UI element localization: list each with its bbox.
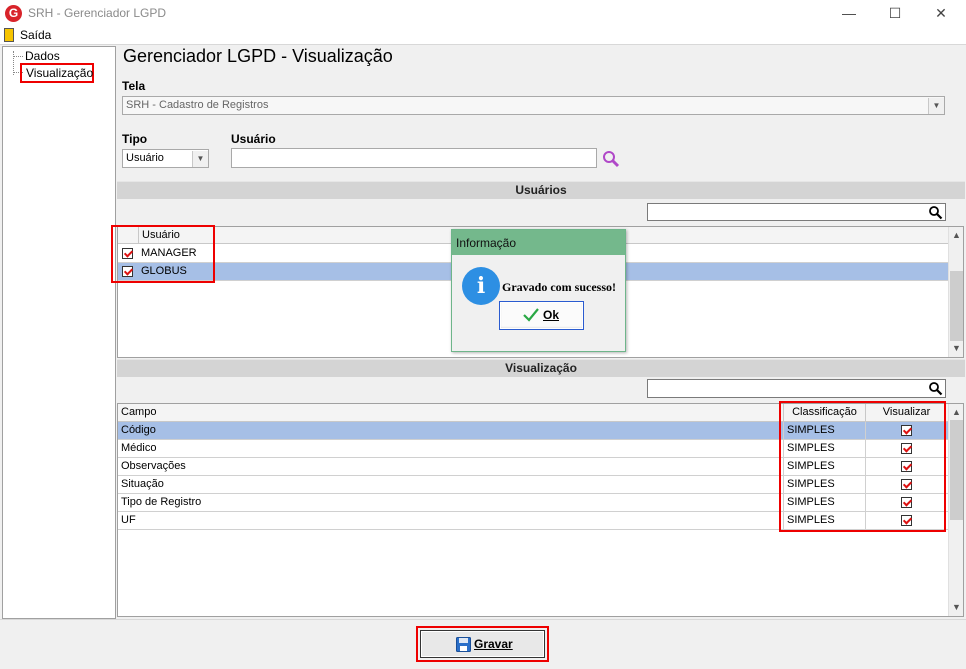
campo-cell: Tipo de Registro bbox=[121, 496, 202, 508]
usuarios-highlight-box bbox=[111, 225, 215, 283]
tree-item-visualizacao[interactable]: Visualização bbox=[20, 63, 94, 83]
search-icon bbox=[603, 151, 620, 168]
usuarios-search-input[interactable] bbox=[647, 203, 946, 221]
floppy-disk-icon bbox=[456, 637, 471, 652]
exit-menu-label: Saída bbox=[20, 28, 52, 42]
dialog-message: Gravado com sucesso! bbox=[502, 280, 616, 294]
usuarios-scrollbar[interactable]: ▲ ▼ bbox=[948, 227, 963, 357]
window-title: SRH - Gerenciador LGPD bbox=[28, 6, 167, 20]
information-dialog: Informação i Gravado com sucesso! Ok bbox=[451, 229, 626, 352]
tela-select[interactable]: SRH - Cadastro de Registros ▼ bbox=[122, 96, 945, 115]
gravar-button-label: Gravar bbox=[474, 637, 513, 651]
scroll-up-arrow-icon[interactable]: ▲ bbox=[949, 405, 964, 420]
info-icon: i bbox=[462, 267, 500, 305]
search-icon[interactable] bbox=[928, 205, 943, 220]
footer-divider bbox=[0, 619, 966, 620]
scroll-down-arrow-icon[interactable]: ▼ bbox=[949, 600, 964, 615]
campo-cell: Médico bbox=[121, 442, 157, 454]
maximize-button[interactable]: ☐ bbox=[872, 0, 918, 26]
usuario-input[interactable] bbox=[231, 148, 597, 168]
campo-column-header[interactable]: Campo bbox=[118, 404, 783, 421]
page-title: Gerenciador LGPD - Visualização bbox=[123, 46, 393, 66]
scroll-thumb[interactable] bbox=[950, 271, 963, 341]
dialog-title: Informação bbox=[456, 236, 517, 250]
scroll-thumb[interactable] bbox=[950, 420, 963, 520]
campo-cell: Código bbox=[121, 424, 156, 436]
tree-connector bbox=[13, 56, 23, 57]
scroll-up-arrow-icon[interactable]: ▲ bbox=[949, 228, 964, 243]
visualizacao-section-header: Visualização bbox=[117, 359, 965, 377]
usuarios-section-header: Usuários bbox=[117, 181, 965, 199]
navigation-tree: Dados Visualização bbox=[2, 46, 116, 619]
tipo-label: Tipo bbox=[122, 132, 148, 146]
visualizacao-scrollbar[interactable]: ▲ ▼ bbox=[948, 404, 963, 616]
tipo-select[interactable]: Usuário ▼ bbox=[122, 149, 209, 168]
tipo-value: Usuário bbox=[126, 152, 164, 164]
visualizacao-search-input[interactable] bbox=[647, 379, 946, 398]
tela-value: SRH - Cadastro de Registros bbox=[126, 99, 269, 111]
minimize-button[interactable]: — bbox=[826, 0, 872, 26]
campo-cell: Situação bbox=[121, 478, 164, 490]
gravar-button[interactable]: Gravar bbox=[420, 630, 545, 658]
checkmark-icon bbox=[523, 308, 539, 322]
tela-label: Tela bbox=[122, 79, 146, 93]
ok-button[interactable]: Ok bbox=[499, 301, 584, 330]
app-logo-icon: G bbox=[5, 5, 22, 22]
usuario-search-button[interactable] bbox=[601, 149, 621, 169]
close-button[interactable]: ✕ bbox=[918, 0, 964, 26]
scroll-down-arrow-icon[interactable]: ▼ bbox=[949, 341, 964, 356]
ok-button-label: Ok bbox=[543, 308, 560, 322]
chevron-down-icon: ▼ bbox=[928, 98, 944, 114]
search-icon[interactable] bbox=[928, 381, 943, 396]
campo-cell: Observações bbox=[121, 460, 186, 472]
campo-cell: UF bbox=[121, 514, 136, 526]
window-titlebar: G SRH - Gerenciador LGPD — ☐ ✕ bbox=[0, 0, 966, 26]
dialog-titlebar: Informação bbox=[452, 230, 625, 255]
usuario-label: Usuário bbox=[231, 132, 276, 146]
visualizacao-highlight-box bbox=[779, 401, 946, 532]
chevron-down-icon: ▼ bbox=[192, 151, 208, 167]
exit-door-icon bbox=[4, 28, 14, 42]
exit-menu-item[interactable]: Saída bbox=[0, 26, 60, 45]
tree-item-dados[interactable]: Dados bbox=[25, 49, 60, 63]
menu-bar: Saída bbox=[0, 26, 966, 45]
